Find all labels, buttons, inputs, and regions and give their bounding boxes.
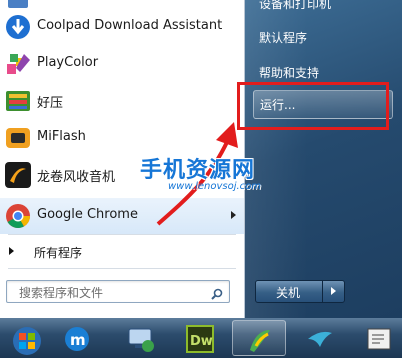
app-m-icon: m — [63, 325, 91, 353]
taskbar-network[interactable] — [114, 320, 168, 356]
program-label: MiFlash — [37, 129, 86, 144]
program-item-haozip[interactable]: 好压 — [0, 83, 244, 119]
app-bird-icon — [306, 325, 334, 353]
program-item-playcolor[interactable]: PlayColor — [0, 46, 244, 82]
help-support-link[interactable]: 帮助和支持 — [259, 64, 319, 81]
taskbar-app-bird[interactable] — [293, 320, 347, 356]
devices-printers-link[interactable]: 设备和打印机 — [259, 0, 331, 12]
taskbar-app-m[interactable]: m — [50, 320, 104, 356]
tornado-radio-icon — [4, 161, 32, 189]
playcolor-icon — [4, 50, 32, 78]
program-label: Coolpad Download Assistant — [37, 18, 223, 33]
shutdown-options-button[interactable] — [322, 280, 345, 303]
search-icon[interactable] — [211, 285, 223, 300]
chrome-icon — [4, 202, 32, 230]
search-placeholder: 搜索程序和文件 — [19, 286, 104, 300]
submenu-arrow-icon[interactable] — [231, 211, 236, 219]
start-menu-screenshot: Coolpad Download Assistant PlayColor 好压 — [0, 0, 402, 358]
separator — [8, 268, 236, 269]
app-parrot-icon — [246, 326, 274, 354]
taskbar-dreamweaver[interactable]: Dw — [173, 320, 227, 356]
watermark-title: 手机资源网 — [140, 158, 256, 183]
program-label: Google Chrome — [37, 207, 138, 222]
all-programs-label: 所有程序 — [34, 246, 83, 260]
miflash-icon — [4, 124, 32, 152]
watermark-url: www.lenovsoj.com — [168, 181, 262, 192]
app-fx-icon — [366, 325, 394, 353]
dreamweaver-icon: Dw — [186, 325, 214, 353]
separator — [8, 234, 236, 235]
search-input[interactable]: 搜索程序和文件 — [6, 280, 230, 303]
taskbar-app-fx[interactable] — [353, 320, 402, 356]
program-item-miflash[interactable]: MiFlash — [0, 120, 244, 156]
triangle-right-icon — [9, 247, 14, 255]
shutdown-label: 关机 — [276, 286, 301, 300]
dw-text: Dw — [190, 334, 213, 349]
program-label: 好压 — [37, 96, 64, 111]
taskbar: m Dw — [0, 318, 402, 358]
default-programs-link[interactable]: 默认程序 — [259, 29, 307, 46]
start-button[interactable] — [0, 320, 54, 356]
shutdown-button[interactable]: 关机 — [255, 280, 323, 303]
start-orb-icon — [13, 325, 41, 355]
program-label: 龙卷风收音机 — [37, 170, 116, 185]
haozip-icon — [4, 87, 32, 115]
program-item-chrome[interactable]: Google Chrome — [0, 198, 244, 234]
arrow-right-icon — [331, 287, 336, 295]
highlight-box — [237, 82, 389, 130]
system-links-pane: 设备和打印机 默认程序 帮助和支持 运行... — [245, 0, 402, 318]
network-icon — [127, 325, 155, 353]
all-programs-item[interactable]: 所有程序 — [0, 238, 244, 266]
taskbar-app-parrot[interactable] — [232, 320, 286, 356]
coolpad-download-icon — [4, 13, 32, 41]
svg-text:m: m — [70, 331, 86, 349]
program-item-coolpad[interactable]: Coolpad Download Assistant — [0, 9, 244, 45]
program-label: PlayColor — [37, 55, 99, 70]
